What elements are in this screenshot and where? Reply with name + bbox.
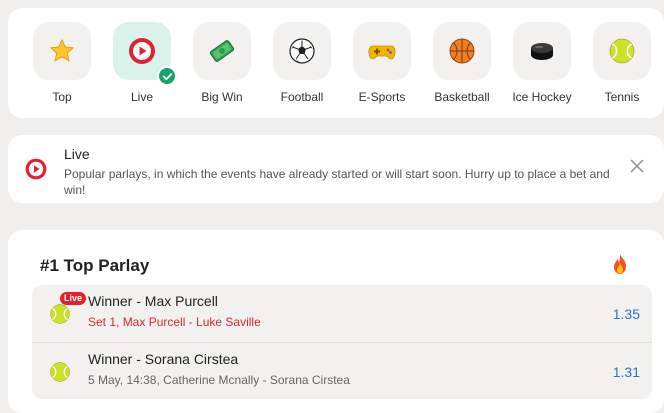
selected-check-icon: [157, 66, 177, 86]
event-market: Winner - Max Purcell: [88, 293, 218, 309]
basketball-icon: [449, 38, 475, 64]
category-live[interactable]: Live: [102, 22, 182, 118]
hockey-puck-icon: [531, 43, 553, 60]
category-big-win[interactable]: Big Win: [182, 22, 262, 118]
event-odd[interactable]: 1.31: [613, 364, 640, 380]
top-parlay-card: #1 Top Parlay Live Winner - Max Purcell …: [8, 230, 664, 413]
category-tennis[interactable]: Tennis: [582, 22, 662, 118]
parlay-event-row[interactable]: Live Winner - Max Purcell Set 1, Max Pur…: [32, 285, 652, 342]
category-tile: [273, 22, 331, 80]
category-label: Basketball: [434, 90, 490, 104]
star-icon: [49, 38, 75, 62]
live-badge: Live: [60, 292, 87, 305]
category-label: Tennis: [604, 90, 640, 104]
category-tile: [33, 22, 91, 80]
category-basketball[interactable]: Basketball: [422, 22, 502, 118]
fire-icon: [614, 254, 626, 274]
category-label: Big Win: [201, 90, 243, 104]
live-play-icon: [129, 38, 155, 64]
category-tile: [193, 22, 251, 80]
money-icon: [209, 40, 235, 62]
event-market: Winner - Sorana Cirstea: [88, 351, 239, 367]
event-details: Set 1, Max Purcell - Luke Saville: [88, 315, 261, 329]
category-label: Live: [130, 90, 153, 104]
category-label: Ice Hockey: [512, 90, 572, 104]
tennis-ball-icon: [50, 362, 70, 382]
tennis-ball-icon: [609, 38, 635, 64]
live-play-icon: [25, 158, 47, 180]
parlay-title: #1 Top Parlay: [40, 256, 150, 275]
category-label: Football: [280, 90, 324, 104]
event-details: 5 May, 14:38, Catherine Mcnally - Sorana…: [88, 373, 350, 387]
tennis-ball-icon: [50, 304, 70, 324]
category-ice-hockey[interactable]: Ice Hockey: [502, 22, 582, 118]
parlay-event-row[interactable]: Winner - Sorana Cirstea 5 May, 14:38, Ca…: [32, 342, 652, 399]
category-tile: [113, 22, 177, 86]
event-odd[interactable]: 1.35: [613, 306, 640, 322]
category-football[interactable]: Football: [262, 22, 342, 118]
category-tile: [593, 22, 651, 80]
close-icon[interactable]: [630, 159, 644, 173]
category-tile: [433, 22, 491, 80]
info-title: Live: [64, 146, 90, 162]
live-info-banner: Live Popular parlays, in which the event…: [8, 135, 664, 203]
category-tile: [353, 22, 411, 80]
category-esports[interactable]: E-Sports: [342, 22, 422, 118]
parlay-events: Live Winner - Max Purcell Set 1, Max Pur…: [32, 285, 652, 399]
category-bar: Top Live Big Win Football E-Sports Baske…: [8, 8, 664, 118]
category-label: E-Sports: [358, 90, 406, 104]
info-description: Popular parlays, in which the events hav…: [64, 167, 610, 197]
gamepad-icon: [368, 45, 396, 60]
category-tile: [513, 22, 571, 80]
category-label: Top: [52, 90, 72, 104]
soccer-ball-icon: [289, 38, 315, 64]
category-top[interactable]: Top: [22, 22, 102, 118]
